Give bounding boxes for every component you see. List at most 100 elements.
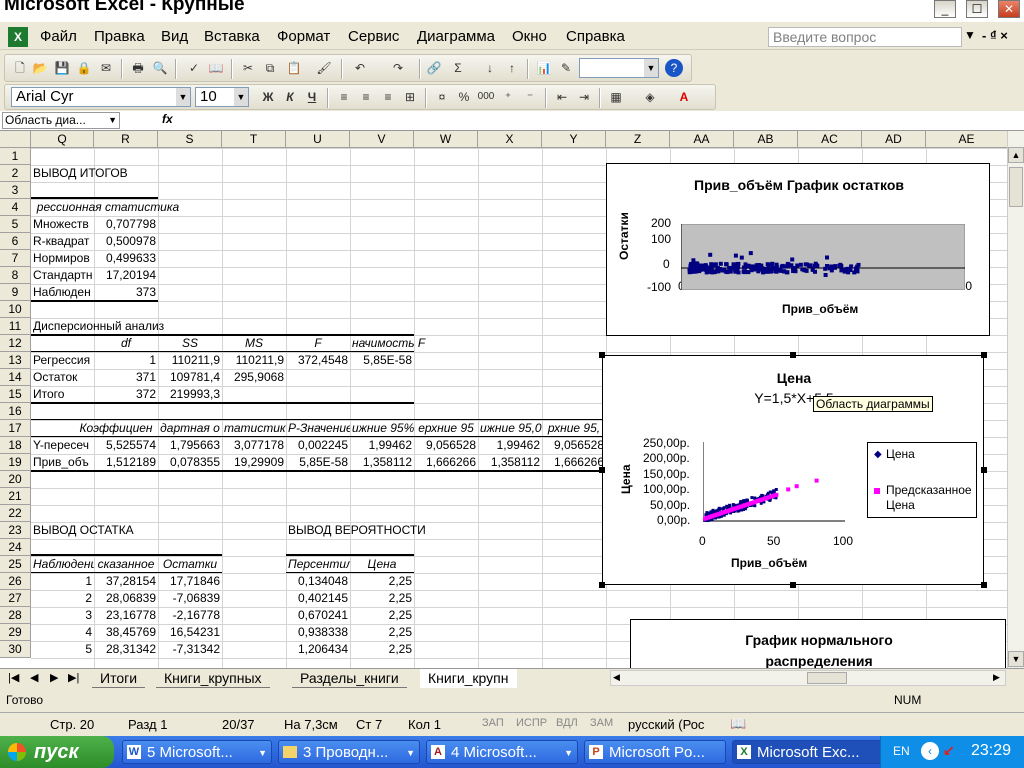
taskbar-access-button[interactable]: A 4 Microsoft... ▼ (426, 740, 578, 764)
scroll-thumb[interactable] (1009, 167, 1023, 207)
cell[interactable]: 0,707798 (94, 216, 158, 233)
cell[interactable]: 110211,9 (222, 352, 286, 369)
horizontal-scrollbar[interactable]: ◀ ▶ (610, 670, 1006, 686)
cell[interactable]: рхние 95, (542, 420, 606, 437)
ask-question-input[interactable]: Введите вопрос (768, 27, 962, 47)
document-window-controls[interactable]: - ₫ × (982, 28, 1008, 43)
cell[interactable]: 0,402145 (286, 590, 350, 607)
cell[interactable]: ижние 95,0 (478, 420, 542, 437)
cell[interactable]: Персентил (286, 556, 350, 573)
cell[interactable]: 295,9068 (222, 369, 286, 386)
row-header[interactable]: 19 (0, 454, 31, 471)
zoom-select[interactable]: ▼ (579, 58, 659, 78)
column-header[interactable]: AE (926, 131, 1008, 148)
status-ext[interactable]: ВДЛ (556, 717, 578, 729)
start-button[interactable]: пуск (0, 736, 114, 768)
cell[interactable]: 1,795663 (158, 437, 222, 454)
cell[interactable]: 1,99462 (350, 437, 414, 454)
cell[interactable]: татистик (222, 420, 286, 437)
row-header[interactable]: 5 (0, 216, 31, 233)
save-icon[interactable]: 💾 (53, 59, 71, 77)
cell[interactable]: 2 (31, 590, 94, 607)
chevron-down-icon[interactable]: ▼ (644, 59, 658, 77)
column-header[interactable]: Q (31, 131, 94, 148)
scroll-left-icon[interactable]: ◀ (613, 672, 620, 683)
cell[interactable]: Регрессия (31, 352, 94, 369)
cell[interactable]: 373 (94, 284, 158, 301)
cell[interactable]: Y-пересеч (31, 437, 94, 454)
resize-handle[interactable] (790, 582, 796, 588)
row-header[interactable]: 23 (0, 522, 31, 539)
increase-indent-icon[interactable]: ⇥ (575, 88, 593, 106)
column-header[interactable]: S (158, 131, 222, 148)
align-left-icon[interactable]: ≡ (335, 88, 353, 106)
cell[interactable]: 2,25 (350, 641, 414, 658)
scroll-thumb[interactable] (807, 672, 847, 684)
menu-file[interactable]: Файл (40, 28, 77, 45)
spelling-status-icon[interactable]: 📖 (730, 716, 746, 732)
cell[interactable]: 0,499633 (94, 250, 158, 267)
cell[interactable]: сказанное (94, 556, 158, 573)
column-header[interactable]: T (222, 131, 286, 148)
cell[interactable]: рессионная статистика (31, 199, 185, 216)
cell[interactable]: 1,99462 (478, 437, 542, 454)
column-header[interactable]: X (478, 131, 542, 148)
cell[interactable]: Множеств (31, 216, 94, 233)
spelling-icon[interactable]: ✓ (185, 59, 203, 77)
vertical-scrollbar[interactable]: ▲ ▼ (1007, 131, 1024, 668)
undo-icon[interactable]: ↶ (351, 59, 369, 77)
last-sheet-icon[interactable]: ▶| (68, 671, 79, 684)
cell[interactable]: 2,25 (350, 607, 414, 624)
print-preview-icon[interactable]: 🔍 (151, 59, 169, 77)
scroll-down-icon[interactable]: ▼ (1008, 651, 1024, 667)
resize-handle[interactable] (599, 352, 605, 358)
cell[interactable]: df (94, 335, 158, 352)
status-rec[interactable]: ЗАП (482, 717, 504, 729)
cell[interactable]: 0,078355 (158, 454, 222, 471)
italic-button[interactable]: К (281, 88, 299, 106)
decrease-decimal-icon[interactable]: ⁻ (521, 88, 539, 106)
cell[interactable]: 9,056528 (542, 437, 606, 454)
font-color-icon[interactable]: A (675, 88, 693, 106)
sort-asc-icon[interactable]: ↓ (481, 59, 499, 77)
resize-handle[interactable] (790, 352, 796, 358)
cell[interactable]: Цена (350, 556, 414, 573)
row-header[interactable]: 3 (0, 182, 31, 199)
taskbar-excel-button[interactable]: X Microsoft Exc... (732, 740, 882, 764)
column-header[interactable]: AB (734, 131, 798, 148)
normal-probability-chart[interactable]: График нормального распределения (630, 619, 1006, 668)
email-icon[interactable]: ✉ (97, 59, 115, 77)
resize-handle[interactable] (599, 467, 605, 473)
cell[interactable]: 5,85E-58 (350, 352, 414, 369)
row-header[interactable]: 17 (0, 420, 31, 437)
cell[interactable]: 0,500978 (94, 233, 158, 250)
row-header[interactable]: 26 (0, 573, 31, 590)
cell[interactable]: Остаток (31, 369, 94, 386)
cell[interactable]: Итого (31, 386, 94, 403)
align-right-icon[interactable]: ≡ (379, 88, 397, 106)
column-header[interactable]: AA (670, 131, 734, 148)
resize-handle[interactable] (981, 467, 987, 473)
row-header[interactable]: 8 (0, 267, 31, 284)
select-all-corner[interactable] (0, 131, 31, 148)
cell[interactable]: 37,28154 (94, 573, 158, 590)
row-header[interactable]: 6 (0, 233, 31, 250)
menu-insert[interactable]: Вставка (204, 28, 260, 45)
sort-desc-icon[interactable]: ↑ (503, 59, 521, 77)
sheet-tab[interactable]: Книги_крупных (156, 669, 270, 688)
cell[interactable]: 5,85E-58 (286, 454, 350, 471)
sheet-tab[interactable]: Итоги (92, 669, 146, 688)
row-header[interactable]: 4 (0, 199, 31, 216)
cell[interactable]: 19,29909 (222, 454, 286, 471)
cell[interactable]: 38,45769 (94, 624, 158, 641)
column-header[interactable]: Z (606, 131, 670, 148)
cell[interactable]: ВЫВОД ВЕРОЯТНОСТИ (286, 522, 456, 539)
currency-icon[interactable]: ¤ (433, 88, 451, 106)
cell[interactable]: 0,134048 (286, 573, 350, 590)
menu-tools[interactable]: Сервис (348, 28, 399, 45)
row-header[interactable]: 15 (0, 386, 31, 403)
cell[interactable]: 2,25 (350, 573, 414, 590)
cell[interactable]: 17,71846 (158, 573, 222, 590)
taskbar-explorer-button[interactable]: 3 Проводн... ▼ (278, 740, 420, 764)
price-chart[interactable]: Цена Y=1,5*X+5,5 Область диаграммы Цена … (602, 355, 984, 585)
